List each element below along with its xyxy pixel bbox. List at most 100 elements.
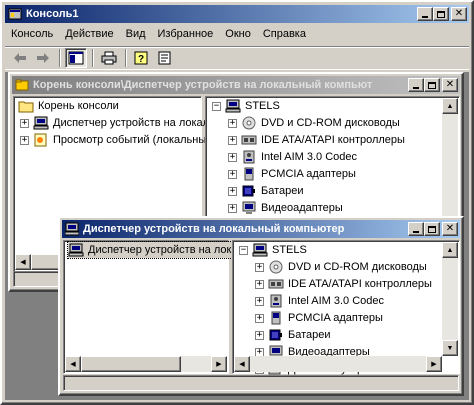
help-button[interactable]: ? [131, 48, 153, 68]
device-category-intel-aim-codec[interactable]: + Intel AIM 3.0 Codec [228, 149, 357, 165]
device-category-display-adapters[interactable]: + Видеоадаптеры [228, 200, 343, 216]
tree-item-device-manager[interactable]: Диспетчер устройств на локаль [67, 241, 251, 259]
scroll-right-button[interactable]: ▶ [426, 356, 442, 372]
scroll-left-button[interactable]: ◀ [234, 356, 250, 372]
collapse-icon[interactable]: − [212, 101, 221, 111]
child1-maximize-button[interactable] [424, 78, 440, 92]
device-category-pcmcia-adapters[interactable]: + PCMCIA адаптеры [255, 310, 383, 326]
expand-icon[interactable]: + [20, 118, 29, 128]
tree-item-label: Диспетчер устройств на локаль [53, 117, 215, 129]
menu-console[interactable]: Консоль [5, 28, 59, 40]
properties-button[interactable] [154, 48, 176, 68]
scroll-up-button[interactable]: ▲ [442, 242, 458, 258]
maximize-button[interactable] [433, 7, 449, 21]
pcmcia-icon [268, 311, 284, 325]
scroll-up-button[interactable]: ▲ [442, 98, 458, 114]
scroll-thumb[interactable] [81, 356, 181, 372]
forward-button[interactable] [32, 48, 54, 68]
minimize-icon [413, 231, 419, 233]
tree-item-device-manager[interactable]: + Диспетчер устройств на локаль [20, 115, 215, 131]
scroll-left-button[interactable]: ◀ [65, 356, 81, 372]
child2-console-tree[interactable]: Диспетчер устройств на локаль ◀ ▶ [63, 240, 251, 374]
expand-icon[interactable]: + [228, 203, 237, 213]
device-category-pcmcia-adapters[interactable]: + PCMCIA адаптеры [228, 166, 356, 182]
device-category-label: Intel AIM 3.0 Codec [288, 295, 384, 307]
console-app-icon [8, 7, 22, 21]
device-manager-icon [64, 222, 80, 236]
device-category-ide-ata-controllers[interactable]: + IDE ATA/ATAPI контроллеры [255, 276, 432, 292]
menu-action[interactable]: Действие [59, 28, 119, 40]
child1-close-button[interactable]: ✕ [442, 78, 458, 92]
device-category-label: IDE ATA/ATAPI контроллеры [261, 134, 405, 146]
expand-icon[interactable]: + [228, 135, 237, 145]
scroll-down-button[interactable]: ▼ [442, 340, 458, 356]
device-category-label: DVD и CD-ROM дисководы [288, 261, 427, 273]
expand-icon[interactable]: + [228, 118, 237, 128]
menu-view[interactable]: Вид [120, 28, 152, 40]
main-window-title: Консоль1 [26, 8, 79, 20]
tree-root-stels[interactable]: − STELS [212, 98, 280, 114]
device-category-dvd-cdrom-drives[interactable]: + DVD и CD-ROM дисководы [228, 115, 400, 131]
child2-minimize-button[interactable] [408, 222, 424, 236]
minimize-button[interactable] [417, 7, 433, 21]
minimize-icon [413, 87, 419, 89]
tree-item-label: Просмотр событий (локальные) [53, 134, 217, 146]
device-category-batteries[interactable]: + Батареи [228, 183, 304, 199]
menu-window[interactable]: Окно [219, 28, 257, 40]
child-window-device-manager[interactable]: Диспетчер устройств на локальный компьют… [58, 216, 464, 396]
root-label: STELS [272, 244, 307, 256]
computer-icon [33, 116, 49, 130]
close-button[interactable]: ✕ [451, 7, 467, 21]
battery-icon [241, 184, 257, 198]
computer-icon [252, 243, 268, 257]
collapse-icon[interactable]: − [239, 245, 248, 255]
tree-item-console-root[interactable]: Корень консоли [18, 98, 119, 114]
child2-device-hscroll[interactable]: ◀ ▶ [234, 356, 442, 372]
menu-favorites[interactable]: Избранное [152, 28, 220, 40]
child2-maximize-button[interactable] [424, 222, 440, 236]
device-category-ide-ata-controllers[interactable]: + IDE ATA/ATAPI контроллеры [228, 132, 405, 148]
toolbar-separator [125, 49, 127, 67]
expand-icon[interactable]: + [255, 313, 264, 323]
console-root-icon [15, 78, 29, 92]
expand-icon[interactable]: + [255, 262, 264, 272]
child2-device-vscroll[interactable]: ▲ ▼ [442, 242, 458, 356]
show-hide-tree-button[interactable] [65, 48, 87, 68]
print-button[interactable] [98, 48, 120, 68]
scroll-right-button[interactable]: ▶ [211, 356, 227, 372]
device-category-label: PCMCIA адаптеры [261, 168, 356, 180]
menu-help[interactable]: Справка [257, 28, 312, 40]
expand-icon[interactable]: + [228, 186, 237, 196]
computer-icon [225, 99, 241, 113]
child2-tree-hscroll[interactable]: ◀ ▶ [65, 356, 227, 372]
child2-device-list[interactable]: − STELS + DVD и CD-ROM дисководы + IDE ATA/… [232, 240, 460, 375]
expand-icon[interactable]: + [228, 169, 237, 179]
device-category-intel-aim-codec[interactable]: + Intel AIM 3.0 Codec [255, 293, 384, 309]
device-category-batteries[interactable]: + Батареи [255, 327, 331, 343]
close-icon: ✕ [445, 79, 455, 90]
tree-item-label: Корень консоли [38, 100, 119, 112]
display-adapter-icon [241, 201, 257, 215]
child1-title-bar[interactable]: Корень консоли\Диспетчер устройств на ло… [12, 76, 460, 94]
scroll-left-button[interactable]: ◀ [15, 254, 31, 270]
tree-root-stels[interactable]: − STELS [239, 242, 307, 258]
minimize-icon [422, 16, 428, 18]
close-icon: ✕ [445, 223, 455, 234]
child1-title: Корень консоли\Диспетчер устройств на ло… [33, 79, 373, 91]
expand-icon[interactable]: + [255, 279, 264, 289]
child1-minimize-button[interactable] [408, 78, 424, 92]
tree-item-label: Диспетчер устройств на локаль [88, 244, 250, 256]
toolbar-separator [59, 49, 61, 67]
expand-icon[interactable]: + [255, 296, 264, 306]
main-title-bar[interactable]: Консоль1 ✕ [5, 5, 469, 23]
device-category-dvd-cdrom-drives[interactable]: + DVD и CD-ROM дисководы [255, 259, 427, 275]
restore-icon [437, 10, 445, 18]
child2-title-bar[interactable]: Диспетчер устройств на локальный компьют… [62, 220, 460, 238]
expand-icon[interactable]: + [255, 330, 264, 340]
back-button[interactable] [9, 48, 31, 68]
expand-icon[interactable]: + [228, 152, 237, 162]
cdrom-icon [268, 260, 284, 274]
child2-close-button[interactable]: ✕ [442, 222, 458, 236]
tree-item-event-viewer[interactable]: + Просмотр событий (локальные) [20, 132, 216, 148]
expand-icon[interactable]: + [20, 135, 29, 145]
